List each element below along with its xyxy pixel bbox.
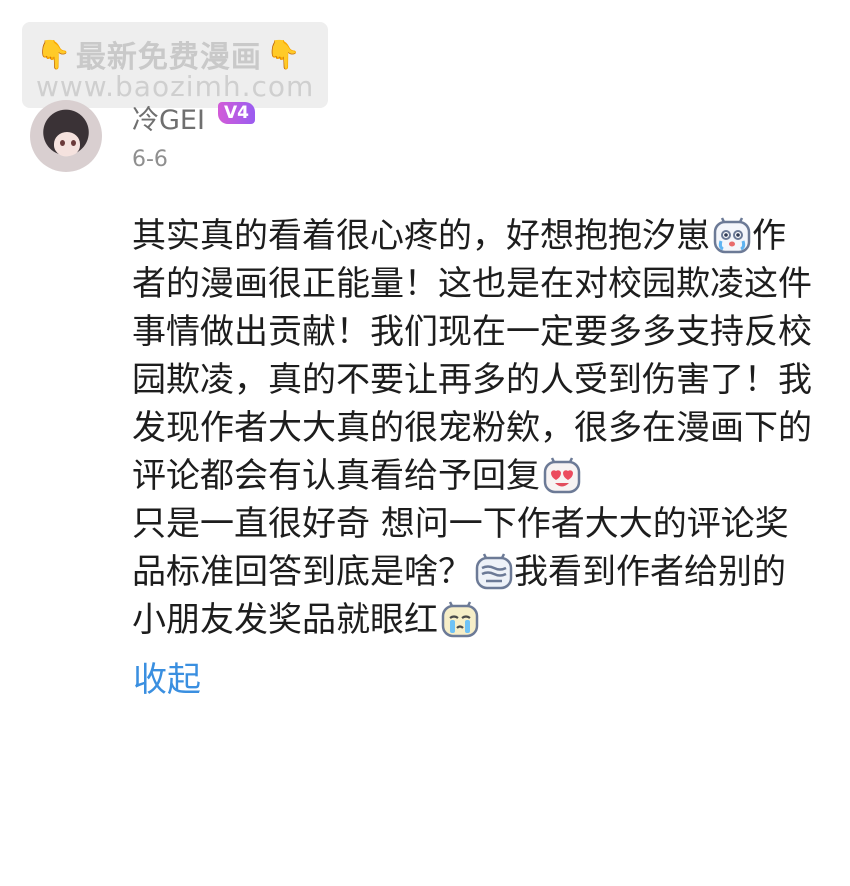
confused-face-icon [475, 553, 513, 590]
avatar[interactable] [30, 100, 102, 172]
comment-body: 其实真的看着很心疼的，好想抱抱汐崽 作者的漫画很正能量！这也是在对校园欺凌这件事… [132, 212, 812, 644]
hand-pointing-down-icon: 👇 [36, 37, 72, 71]
vip-level-badge: V4 [218, 102, 255, 124]
comment-text: 作者的漫画很正能量！这也是在对校园欺凌这件事情做出贡献！我们现在一定要多多支持反… [132, 216, 812, 496]
collapse-link[interactable]: 收起 [133, 652, 201, 701]
crying-face-icon [713, 217, 751, 254]
teary-face-icon [441, 601, 479, 638]
heart-eyes-icon [543, 457, 581, 494]
comment-date: 6-6 [132, 147, 168, 172]
comment-text: 其实真的看着很心疼的，好想抱抱汐崽 [132, 216, 710, 256]
watermark: 👇 最新免费漫画 👇 www.baozimh.com [22, 22, 328, 108]
username[interactable]: 冷GEI [132, 98, 205, 137]
hand-pointing-down-icon: 👇 [265, 37, 302, 71]
